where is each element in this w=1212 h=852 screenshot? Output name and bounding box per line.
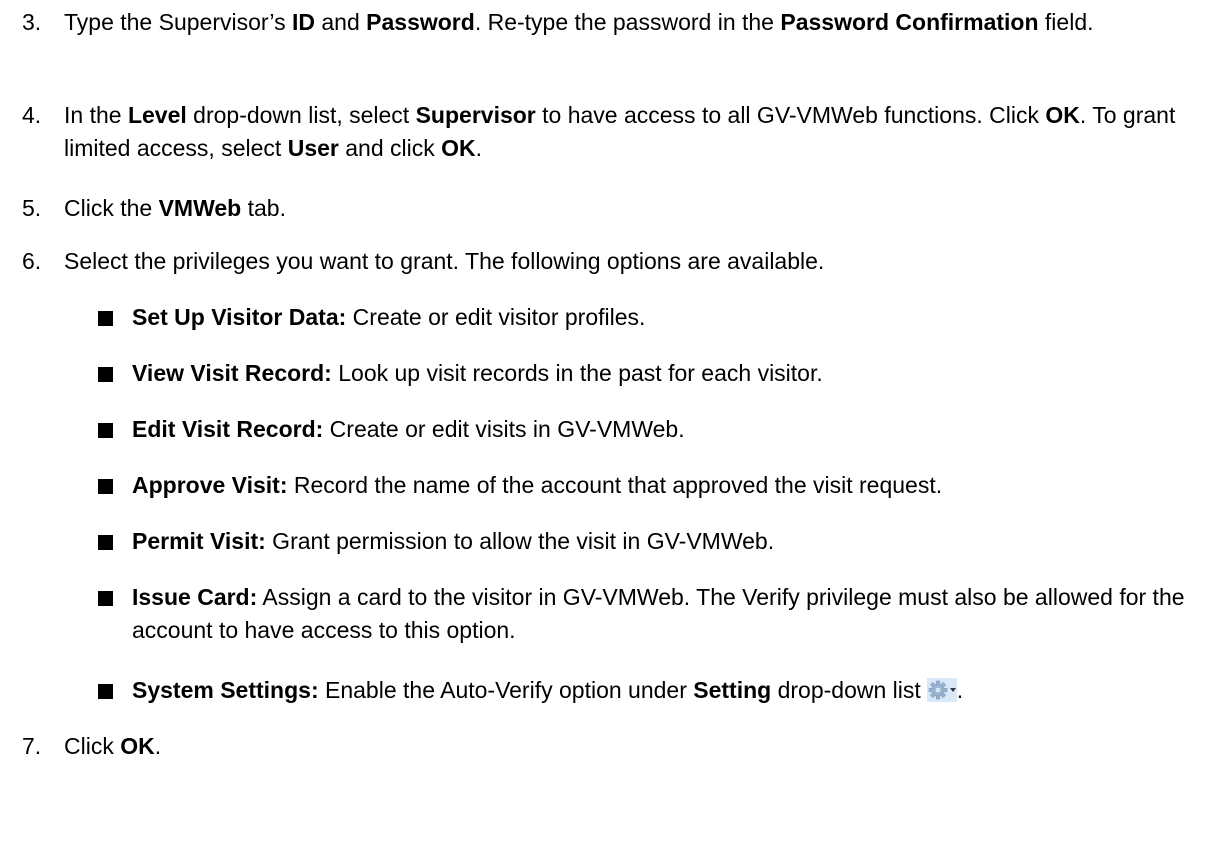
step-text: Click the VMWeb tab. xyxy=(64,195,286,221)
privilege-desc: Record the name of the account that appr… xyxy=(287,472,943,498)
step-4: 4. In the Level drop-down list, select S… xyxy=(0,99,1192,165)
step-text: In the Level drop-down list, select Supe… xyxy=(64,102,1176,161)
privilege-desc: Create or edit visits in GV-VMWeb. xyxy=(323,416,685,442)
privilege-title: Set Up Visitor Data: xyxy=(132,304,347,330)
step-number: 5. xyxy=(22,195,42,221)
bold-term: Supervisor xyxy=(415,102,536,128)
bullet-square-icon xyxy=(98,479,113,494)
bold-term: Setting xyxy=(693,677,772,703)
bold-term: ID xyxy=(292,9,315,35)
privilege-item: Permit Visit: Grant permission to allow … xyxy=(98,525,1192,558)
privilege-title: Approve Visit: xyxy=(132,472,288,498)
bold-term: Password xyxy=(366,9,475,35)
privilege-title: System Settings: xyxy=(132,677,319,703)
step-text: Type the Supervisor’s ID and Password. R… xyxy=(64,9,1094,35)
bold-term: OK xyxy=(120,733,155,759)
step-6: 6. Select the privileges you want to gra… xyxy=(0,245,1192,278)
bullet-square-icon xyxy=(98,311,113,326)
privilege-desc: Look up visit records in the past for ea… xyxy=(331,360,823,386)
step-number: 6. xyxy=(22,248,42,274)
manual-page: 3. Type the Supervisor’s ID and Password… xyxy=(0,0,1212,852)
privilege-item: Approve Visit: Record the name of the ac… xyxy=(98,469,1192,502)
bold-term: Level xyxy=(127,102,187,128)
privilege-desc: Create or edit visitor profiles. xyxy=(346,304,646,330)
bullet-square-icon xyxy=(98,684,113,699)
gear-dropdown-icon xyxy=(926,678,957,702)
privilege-title: Issue Card: xyxy=(132,584,258,610)
privilege-item: View Visit Record: Look up visit records… xyxy=(98,357,1192,390)
step-number: 7. xyxy=(22,733,42,759)
privilege-desc: Enable the Auto-Verify option under xyxy=(318,677,694,703)
privilege-desc: drop-down list xyxy=(771,677,921,703)
step-number: 4. xyxy=(22,102,42,128)
privilege-item: Edit Visit Record: Create or edit visits… xyxy=(98,413,1192,446)
bullet-square-icon xyxy=(98,591,113,606)
step-7: 7. Click OK. xyxy=(0,730,1192,763)
privilege-title: View Visit Record: xyxy=(132,360,332,386)
bold-term: VMWeb xyxy=(158,195,242,221)
bold-term: Password Confirmation xyxy=(780,9,1039,35)
step-5: 5. Click the VMWeb tab. xyxy=(0,192,1192,225)
privilege-desc: Grant permission to allow the visit in G… xyxy=(265,528,775,554)
privilege-desc: Assign a card to the visitor in GV-VMWeb… xyxy=(132,584,1185,643)
privilege-title: Edit Visit Record: xyxy=(132,416,324,442)
bold-term: OK xyxy=(1045,102,1080,128)
bullet-square-icon xyxy=(98,423,113,438)
bold-term: User xyxy=(287,135,339,161)
privilege-title: Permit Visit: xyxy=(132,528,266,554)
bullet-square-icon xyxy=(98,535,113,550)
step-number: 3. xyxy=(22,9,42,35)
privilege-item: Set Up Visitor Data: Create or edit visi… xyxy=(98,301,1192,334)
step-text: Click OK. xyxy=(64,733,162,759)
bold-term: OK xyxy=(441,135,476,161)
privilege-item: Issue Card: Assign a card to the visitor… xyxy=(98,581,1192,647)
bullet-square-icon xyxy=(98,367,113,382)
step-3: 3. Type the Supervisor’s ID and Password… xyxy=(0,6,1192,39)
step-text: Select the privileges you want to grant.… xyxy=(64,248,825,274)
privilege-item: System Settings: Enable the Auto-Verify … xyxy=(98,674,1192,707)
